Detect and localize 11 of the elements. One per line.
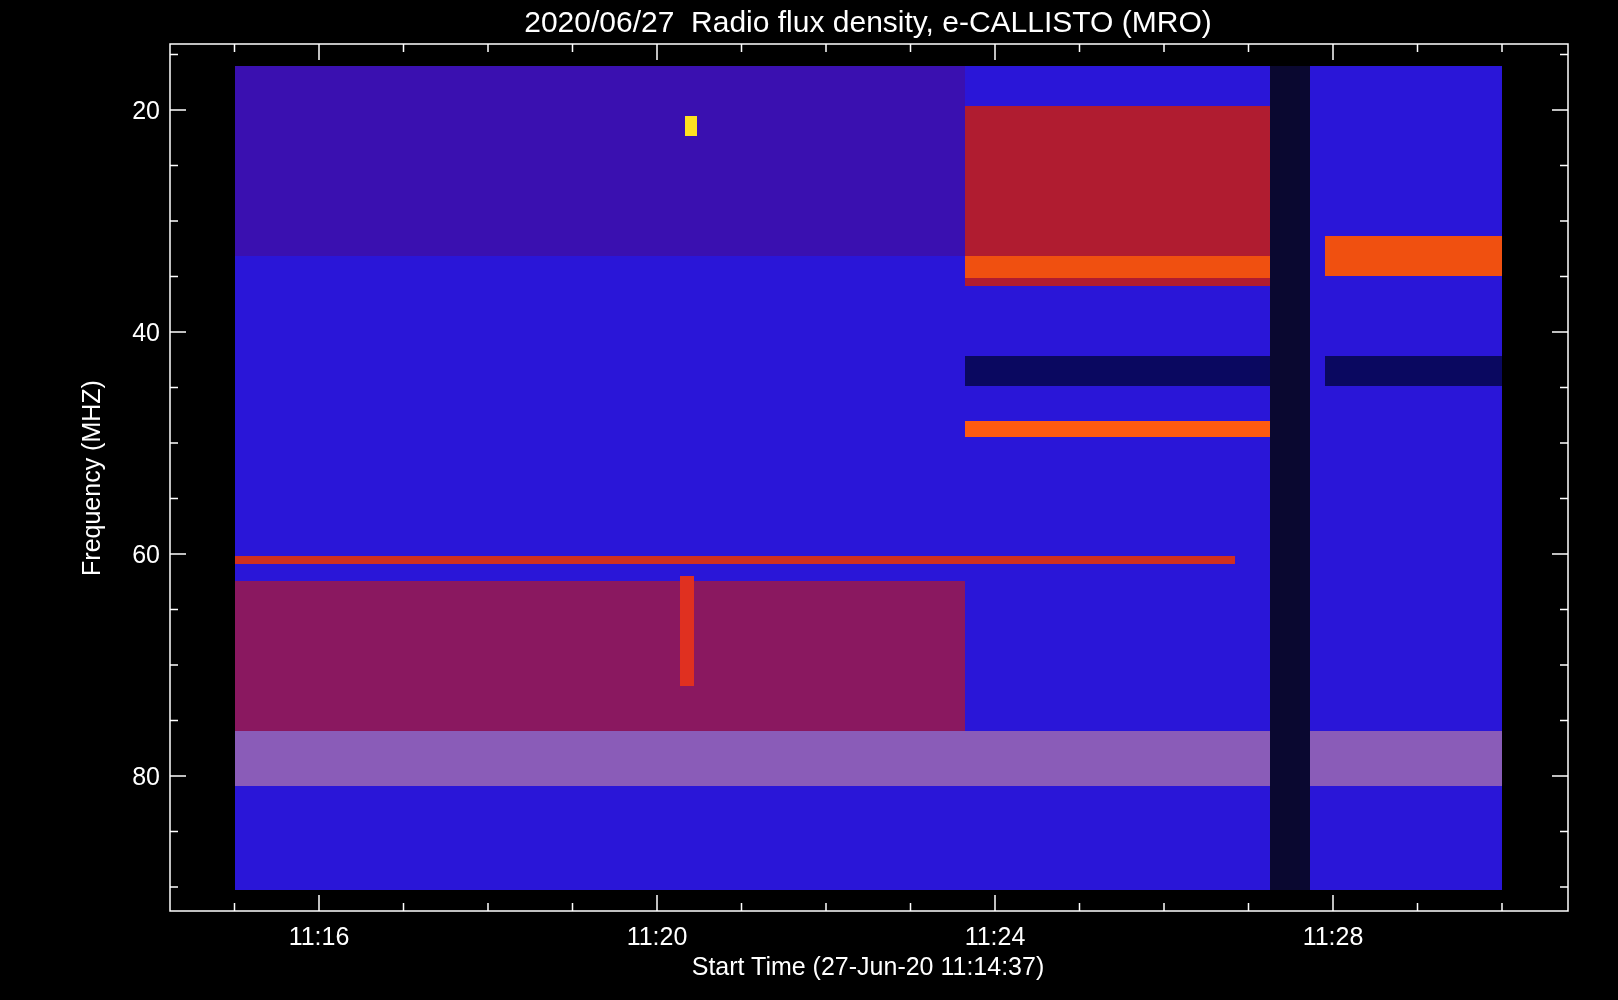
x-tick-label: 11:20 [626, 922, 688, 950]
chart-title: 2020/06/27 Radio flux density, e-CALLISTO (MRO) [524, 5, 1212, 38]
y-tick-label: 20 [132, 96, 160, 124]
x-tick-label: 11:24 [964, 922, 1026, 950]
x-axis-label: Start Time (27-Jun-20 11:14:37) [691, 952, 1045, 980]
y-axis-label: Frequency (MHZ) [77, 380, 105, 576]
y-tick-label: 40 [132, 318, 160, 346]
x-tick-label: 11:28 [1302, 922, 1364, 950]
x-tick-label: 11:16 [288, 922, 350, 950]
y-tick-label: 60 [132, 540, 160, 568]
y-tick-label: 80 [132, 762, 160, 790]
